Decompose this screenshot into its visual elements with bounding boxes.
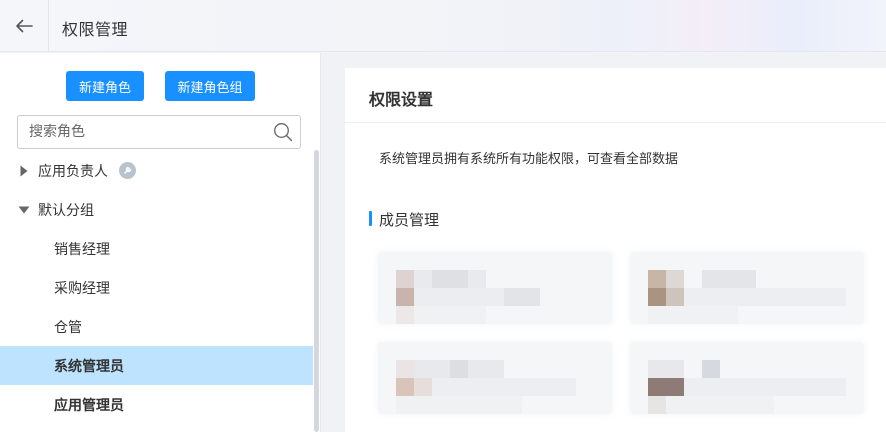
blurred-avatar bbox=[396, 270, 414, 288]
new-role-button[interactable]: 新建角色 bbox=[66, 71, 144, 101]
blurred-avatar bbox=[648, 360, 684, 378]
tree-item-label: 应用管理员 bbox=[54, 397, 124, 414]
blurred-avatar bbox=[396, 288, 414, 306]
blurred-avatar bbox=[396, 378, 414, 396]
tree-item-label: 系统管理员 bbox=[54, 358, 124, 375]
blurred-avatar bbox=[648, 270, 666, 288]
settings-badge-icon bbox=[119, 162, 136, 179]
back-button[interactable] bbox=[0, 0, 49, 52]
role-description: 系统管理员拥有系统所有功能权限，可查看全部数据 bbox=[379, 152, 679, 167]
tree-group-label: 应用负责人 bbox=[38, 163, 108, 180]
new-role-group-button[interactable]: 新建角色组 bbox=[165, 71, 255, 101]
member-card[interactable] bbox=[378, 252, 612, 324]
blurred-avatar bbox=[648, 396, 666, 414]
caret-right-icon bbox=[20, 165, 28, 176]
tree-item-app-admin[interactable]: 应用管理员 bbox=[0, 385, 313, 424]
tree-group-label: 默认分组 bbox=[38, 202, 94, 219]
tree-item-warehouse[interactable]: 仓管 bbox=[0, 307, 313, 346]
role-sidebar: 新建角色 新建角色组 应用负责人 默认分组 销售 bbox=[0, 53, 321, 432]
panel-title: 权限设置 bbox=[369, 90, 434, 109]
panel-divider bbox=[345, 122, 886, 123]
section-marker bbox=[369, 211, 372, 226]
blurred-info-text bbox=[684, 288, 846, 306]
blurred-name-text bbox=[432, 270, 468, 288]
blurred-avatar bbox=[396, 360, 414, 378]
role-search-input[interactable] bbox=[18, 116, 268, 148]
blurred-info-text bbox=[504, 288, 540, 306]
blurred-info-text bbox=[648, 306, 738, 324]
blurred-info-text bbox=[684, 378, 846, 396]
blurred-avatar bbox=[648, 288, 666, 306]
page-title: 权限管理 bbox=[62, 20, 129, 39]
permission-panel: 权限设置 系统管理员拥有系统所有功能权限，可查看全部数据 成员管理 bbox=[345, 68, 886, 432]
app-header: 权限管理 bbox=[0, 0, 886, 52]
blurred-info-text bbox=[666, 396, 774, 414]
blurred-avatar bbox=[414, 378, 432, 396]
blurred-info-text bbox=[432, 378, 576, 396]
members-section-title: 成员管理 bbox=[379, 211, 440, 229]
blurred-name-text bbox=[702, 360, 720, 378]
sidebar-scrollbar[interactable] bbox=[314, 150, 319, 432]
blurred-name-text bbox=[702, 270, 756, 288]
arrow-left-icon bbox=[16, 19, 33, 33]
blurred-avatar bbox=[666, 288, 684, 306]
tree-group-default[interactable]: 默认分组 bbox=[0, 190, 313, 229]
tree-item-purchase-manager[interactable]: 采购经理 bbox=[0, 268, 313, 307]
tree-item-label: 销售经理 bbox=[54, 241, 110, 258]
blurred-avatar bbox=[666, 270, 684, 288]
caret-down-icon bbox=[18, 206, 30, 213]
blurred-avatar bbox=[396, 306, 414, 324]
blurred-info-text bbox=[414, 306, 486, 324]
tree-item-system-admin[interactable]: 系统管理员 bbox=[0, 346, 313, 385]
search-icon[interactable] bbox=[273, 122, 293, 142]
blurred-avatar bbox=[648, 378, 684, 396]
role-search-box bbox=[17, 115, 301, 149]
blurred-info-text bbox=[396, 396, 522, 414]
member-card[interactable] bbox=[630, 342, 864, 414]
tree-item-sales-manager[interactable]: 销售经理 bbox=[0, 229, 313, 268]
blurred-name-text bbox=[450, 360, 468, 378]
tree-group-app-owner[interactable]: 应用负责人 bbox=[0, 151, 313, 190]
member-card[interactable] bbox=[630, 252, 864, 324]
tree-item-label: 采购经理 bbox=[54, 280, 110, 297]
member-card[interactable] bbox=[378, 342, 612, 414]
tree-item-label: 仓管 bbox=[54, 319, 82, 336]
